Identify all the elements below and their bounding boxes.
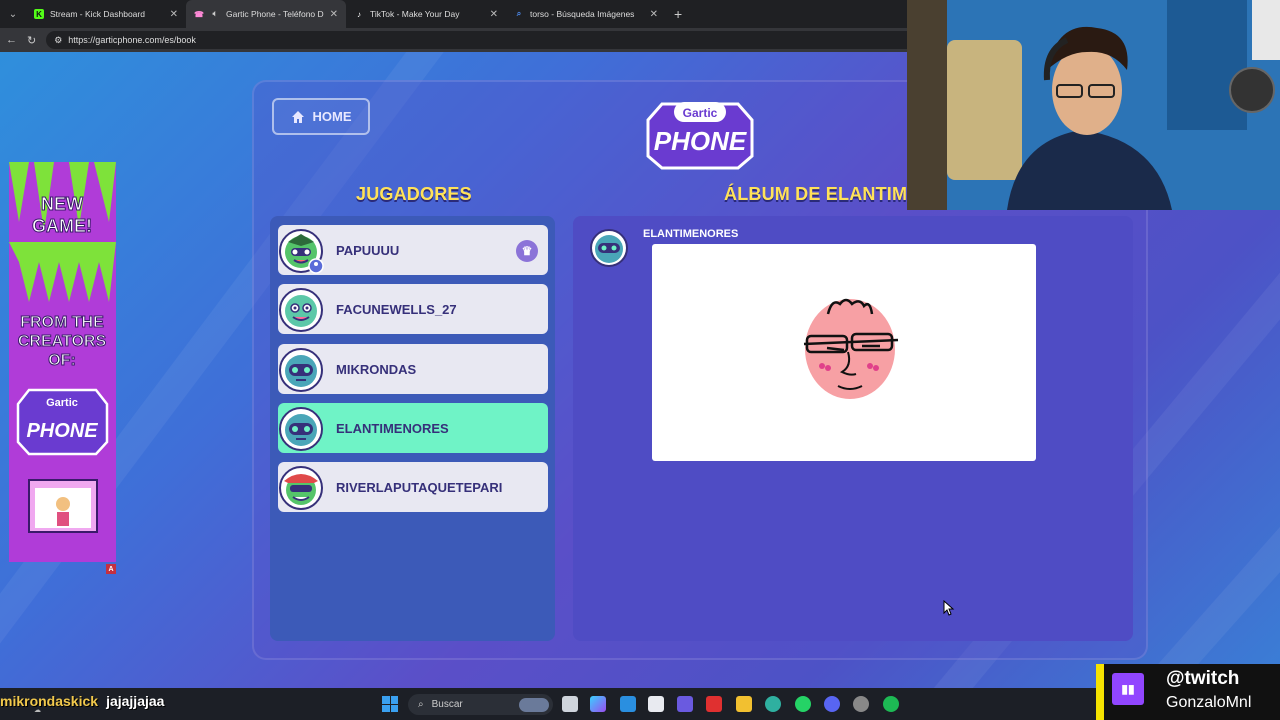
search-label: Buscar [431, 699, 463, 710]
ad-text-of: OF: [48, 352, 76, 369]
player-row[interactable]: FACUNEWELLS_27 [278, 284, 548, 334]
mouse-cursor-icon [943, 600, 955, 616]
player-avatar [279, 348, 323, 392]
kick-icon: K [34, 9, 44, 19]
address-bar[interactable]: ⚙ https://garticphone.com/es/book [46, 31, 927, 49]
chat-text: jajajjajaa [106, 693, 165, 709]
tab-title: Gartic Phone - Teléfono Desc [226, 9, 324, 19]
tab-image-search[interactable]: ⌕ torso - Búsqueda Imágenes ✕ [506, 0, 666, 28]
whatsapp-icon[interactable] [795, 696, 811, 712]
ad-text-from: FROM THE [20, 314, 104, 331]
ad-logo-bottom: PHONE [26, 420, 98, 442]
webcam-overlay [907, 0, 1280, 210]
back-icon[interactable]: ← [6, 34, 17, 46]
player-avatar [279, 229, 324, 274]
gartic-phone-logo: Gartic PHONE [646, 102, 754, 170]
chat-message-overlay: mikrondaskick jajajjajaa [0, 693, 164, 709]
album-author-avatar [590, 229, 628, 267]
twitch-accent-bar [1096, 664, 1104, 720]
teams-icon[interactable] [677, 696, 693, 712]
ad-text-new: NEW [41, 194, 83, 214]
streamer-webcam-image [907, 0, 1280, 210]
windows-start-icon[interactable] [382, 696, 398, 712]
outlook-icon[interactable] [620, 696, 636, 712]
search-highlight-icon [519, 697, 549, 712]
album-author-name: ELANTIMENORES [643, 228, 739, 240]
ad-badge[interactable]: A [106, 564, 116, 574]
logo-bottom-text: PHONE [654, 126, 747, 156]
player-avatar [279, 288, 323, 332]
logo-top-text: Gartic [683, 106, 718, 120]
new-tab-button[interactable]: + [674, 6, 682, 22]
task-view-icon[interactable] [562, 696, 578, 712]
search-icon: ⌕ [418, 699, 424, 710]
reload-icon[interactable]: ↻ [27, 34, 36, 47]
speaker-icon[interactable]: 🔈︎ [210, 9, 220, 19]
player-row[interactable]: MIKRONDAS [278, 344, 548, 394]
twitch-name: GonzaloMnl [1166, 694, 1252, 711]
tab-gartic-phone[interactable]: ☎ 🔈︎ Gartic Phone - Teléfono Desc ✕ [186, 0, 346, 28]
tab-title: Stream - Kick Dashboard [50, 9, 145, 19]
ad-logo-top: Gartic [46, 397, 78, 409]
edge-icon[interactable] [765, 696, 781, 712]
player-name: FACUNEWELLS_27 [336, 301, 457, 317]
gartic-icon: ☎ [194, 9, 204, 19]
player-name: RIVERLAPUTAQUETEPARI [336, 479, 503, 495]
player-name: MIKRONDAS [336, 361, 417, 377]
player-name: ELANTIMENORES [336, 420, 449, 436]
close-tab-icon[interactable]: ✕ [650, 9, 658, 20]
player-avatar [279, 466, 323, 510]
tab-search-menu-icon[interactable]: ⌄ [0, 0, 26, 28]
drawing-canvas [652, 244, 1036, 461]
home-label: HOME [312, 109, 352, 124]
player-row[interactable]: RIVERLAPUTAQUETEPARI [278, 462, 548, 512]
ad-text-creators: CREATORS [18, 333, 107, 350]
players-title: JUGADORES [356, 184, 472, 204]
player-row[interactable]: PAPUUUU ♛ [278, 225, 548, 275]
player-avatar [279, 407, 323, 451]
store-icon[interactable] [648, 696, 664, 712]
copilot-icon[interactable] [590, 696, 606, 712]
taskbar-search[interactable]: ⌕ Buscar [408, 694, 553, 715]
face-drawing [803, 298, 899, 399]
ad-text-game: GAME! [32, 216, 92, 236]
house-icon [291, 110, 304, 123]
tab-kick-dashboard[interactable]: K Stream - Kick Dashboard ✕ [26, 0, 186, 28]
twitch-icon: ▮▮ [1112, 673, 1144, 705]
close-tab-icon[interactable]: ✕ [490, 9, 498, 20]
tab-tiktok[interactable]: ♪ TikTok - Make Your Day ✕ [346, 0, 506, 28]
spotify-icon[interactable] [883, 696, 899, 712]
tab-title: TikTok - Make Your Day [370, 9, 460, 19]
player-name: PAPUUUU [336, 242, 400, 258]
chat-username: mikrondaskick [0, 693, 99, 709]
app-icon[interactable] [706, 696, 722, 712]
url-text: https://garticphone.com/es/book [68, 35, 196, 45]
album-title: ÁLBUM DE ELANTIM [724, 184, 908, 204]
ad-banner[interactable]: NEW GAME! FROM THE CREATORS OF: Gartic P… [9, 162, 116, 562]
search-icon: ⌕ [516, 9, 522, 18]
site-info-icon[interactable]: ⚙ [54, 35, 62, 46]
windows-taskbar [0, 688, 1280, 720]
close-tab-icon[interactable]: ✕ [170, 9, 178, 20]
player-row-active[interactable]: ELANTIMENORES [278, 403, 548, 453]
tiktok-icon: ♪ [357, 9, 361, 19]
tab-title: torso - Búsqueda Imágenes [530, 9, 635, 19]
ad-artwork: NEW GAME! FROM THE CREATORS OF: Gartic P… [9, 162, 116, 562]
folder-icon[interactable] [736, 696, 752, 712]
crown-icon: ♛ [516, 240, 538, 262]
twitch-handle: @twitch [1166, 668, 1240, 689]
settings-icon[interactable] [853, 696, 869, 712]
discord-icon[interactable] [824, 696, 840, 712]
home-button[interactable]: HOME [272, 98, 370, 135]
close-tab-icon[interactable]: ✕ [330, 9, 338, 20]
